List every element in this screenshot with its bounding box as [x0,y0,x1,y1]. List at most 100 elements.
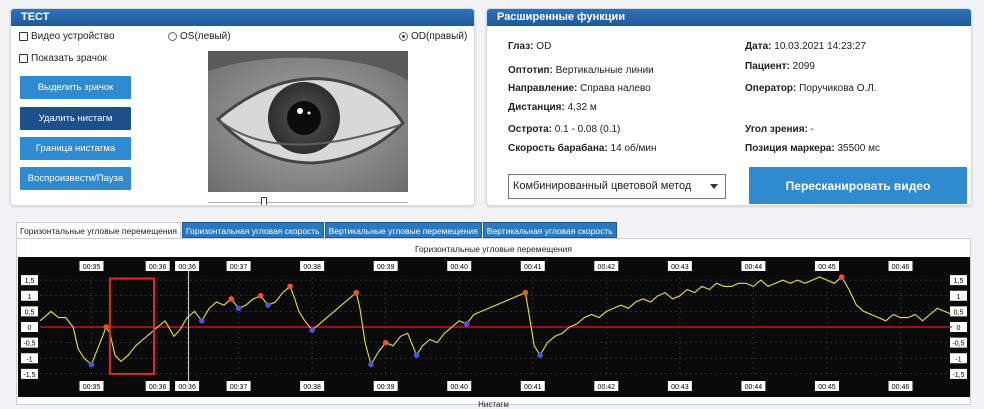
x-tick-label-bottom: 00:39 [377,384,395,391]
radio-od-label: OD(правый) [411,31,468,42]
x-tick-label-bottom: 00:35 [83,384,101,391]
field-operator: Оператор: Поручикова О.Л. [745,83,877,94]
chart-tabs: Горизонтальные угловые перемещения Гориз… [16,222,618,238]
y-tick-label-left: 1 [28,294,32,301]
x-tick-label-top: 00:46 [892,264,910,271]
remove-nystagmus-button[interactable]: Удалить нистагм [20,107,131,130]
peak-marker [838,274,845,280]
field-drum-speed: Скорость барабана: 14 об/мин [508,143,657,154]
trough-marker [413,352,420,358]
peak-marker [228,296,235,302]
nystagmus-border-button[interactable]: Граница нистагма [20,137,131,160]
play-pause-button[interactable]: Воспроизвести/Пауза [20,167,131,190]
advanced-functions-panel: Расширенные функции Глаз: OD Оптотип: Ве… [486,8,972,206]
y-tick-label-right: -1 [955,356,961,363]
peak-marker [353,289,360,296]
video-position-slider[interactable] [208,197,408,205]
eye-video-frame[interactable] [208,51,408,192]
x-tick-label-bottom: 00:40 [450,384,468,391]
x-tick-label-top: 00:40 [450,264,468,271]
nystagmus-chart[interactable]: 1,5 1,5 1 1 0,5 0,5 0 0 -0,5 -0,5 -1 -1 -1,5 -1,5 00:3… [18,257,970,397]
color-method-select[interactable]: Комбинированный цветовой метод [508,174,726,199]
field-optotype: Оптотип: Вертикальные линии [508,65,654,76]
x-tick-label-bottom: 00:37 [230,384,248,391]
trough-marker [368,361,374,368]
slider-thumb[interactable] [261,197,267,205]
y-tick-label-right: 0,5 [954,309,964,316]
trough-marker [537,352,543,358]
test-panel: ТЕСТ Видео устройство Показать зрачок OS… [10,8,475,206]
show-pupil-label: Показать зрачок [31,53,107,64]
y-tick-label-left: 0 [28,325,32,332]
y-tick-label-left: 0,5 [25,309,35,316]
color-method-value: Комбинированный цветовой метод [513,180,692,192]
field-patient: Пациент: 2099 [745,61,815,72]
trough-marker [309,327,315,333]
show-pupil-checkbox-row[interactable]: Показать зрачок [19,53,107,64]
field-direction: Направление: Справа налево [508,83,651,94]
tab-vertical-velocity[interactable]: Вертикальная угловая скорость [482,222,617,238]
tab-horizontal-velocity[interactable]: Горизонтальная угловая скорость [181,222,324,238]
y-tick-label-right: 0 [957,325,961,332]
x-tick-label-top: 00:36 [149,264,167,271]
peak-marker [257,292,264,299]
chart-panel: Горизонтальные угловые перемещения 1,5 1,… [16,238,971,409]
x-tick-label-top: 00:37 [230,264,248,271]
tab-vertical-displacement[interactable]: Вертикальные угловые перемещения [324,222,482,238]
show-pupil-checkbox[interactable] [19,54,28,63]
trough-marker [235,305,242,312]
eye-image [208,51,408,192]
field-marker-position: Позиция маркера: 35500 мс [745,143,880,154]
y-tick-label-right: 1 [957,294,961,301]
x-tick-label-top: 00:36 [178,264,196,271]
video-device-checkbox[interactable] [19,32,28,41]
x-tick-label-top: 00:42 [598,264,616,271]
field-distance: Дистанция: 4,32 м [508,102,597,113]
y-tick-label-right: -0,5 [952,341,964,348]
field-date: Дата: 10.03.2021 14:23:27 [745,41,867,52]
radio-od[interactable]: OD(правый) [399,31,467,42]
x-tick-label-top: 00:39 [377,264,395,271]
x-tick-label-top: 00:38 [303,264,321,271]
field-view-angle: Угол зрения: - [745,124,814,135]
chevron-down-icon [710,184,718,189]
x-tick-label-bottom: 00:45 [818,384,836,391]
x-tick-label-bottom: 00:36 [149,384,167,391]
select-pupil-button[interactable]: Выделить зрачок [20,76,131,99]
trough-marker [199,317,205,324]
trough-marker [88,361,95,368]
advanced-functions-title: Расширенные функции [487,9,971,26]
test-panel-title: ТЕСТ [11,9,474,26]
trough-marker [265,302,271,308]
x-tick-label-bottom: 00:44 [745,384,763,391]
peak-marker [287,283,293,290]
x-tick-label-top: 00:44 [745,264,763,271]
video-device-checkbox-row[interactable]: Видео устройство [19,31,115,42]
radio-os[interactable]: OS(левый) [168,31,231,42]
x-tick-label-top: 00:35 [83,264,101,271]
x-tick-label-bottom: 00:42 [598,384,616,391]
x-tick-label-bottom: 00:41 [524,384,542,391]
y-tick-label-left: 1,5 [25,278,35,285]
peak-marker [103,324,109,330]
y-tick-label-right: -1,5 [952,372,964,379]
peak-marker [382,339,389,346]
chart-title: Горизонтальные угловые перемещения [415,244,572,254]
x-tick-label-bottom: 00:36 [178,384,196,391]
y-tick-label-right: 1,5 [954,278,964,285]
peak-marker [522,289,529,296]
radio-od-circle[interactable] [399,32,408,41]
trough-marker [463,321,470,327]
y-tick-label-left: -0,5 [23,341,35,348]
tab-horizontal-displacement[interactable]: Горизонтальные угловые перемещения [16,222,181,238]
radio-os-circle[interactable] [168,32,177,41]
video-device-label: Видео устройство [31,31,115,42]
y-tick-label-left: -1 [26,356,32,363]
radio-os-label: OS(левый) [180,31,231,42]
y-tick-label-left: -1,5 [23,372,35,379]
x-tick-label-bottom: 00:43 [671,384,689,391]
field-acuity: Острота: 0.1 - 0.08 (0.1) [508,124,621,135]
x-tick-label-top: 00:43 [671,264,689,271]
field-eye: Глаз: OD [508,41,552,52]
rescan-video-button[interactable]: Пересканировать видео [749,167,967,204]
